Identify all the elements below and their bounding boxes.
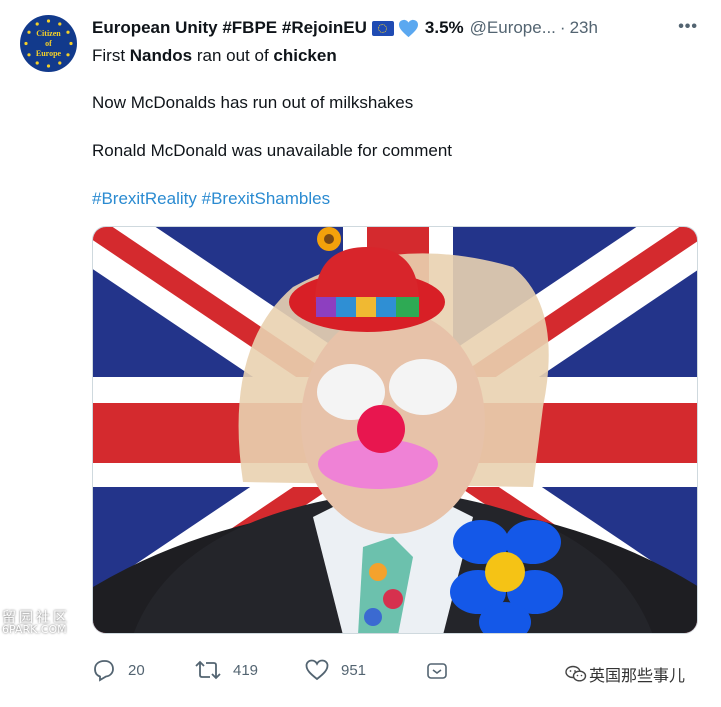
retweet-count: 419: [233, 661, 259, 679]
like-button[interactable]: 951: [305, 655, 366, 685]
author-badge-pct: 3.5%: [424, 18, 464, 37]
like-count: 951: [341, 661, 367, 679]
watermark-line-2: 6PARK.COM: [2, 623, 67, 636]
tweet-image[interactable]: [92, 226, 698, 634]
tweet[interactable]: Citizen of Europe European Unity #FBPE #…: [0, 0, 721, 707]
text-segment: ran out of: [192, 46, 274, 65]
reply-icon: [94, 660, 114, 682]
text-segment: First: [92, 46, 130, 65]
reply-count: 20: [128, 661, 145, 679]
tweet-text-line-3: Ronald McDonald was unavailable for comm…: [92, 141, 453, 160]
tweet-hashtags: #BrexitReality #BrexitShambles: [92, 187, 330, 211]
text-bold-nandos: Nandos: [129, 46, 193, 65]
watermark-6park: 留园社区 6PARK.COM: [2, 611, 70, 636]
blue-heart-icon: [398, 19, 418, 37]
author-name[interactable]: European Unity #FBPE #RejoinEU: [92, 18, 367, 38]
clown-over-union-jack-image: [93, 227, 697, 633]
author-handle[interactable]: @Europe...: [470, 18, 556, 38]
share-icon: [427, 663, 447, 679]
avatar-text: Citizen of Europe: [35, 29, 62, 58]
separator-dot: ·: [559, 18, 566, 37]
reply-button[interactable]: 20: [92, 655, 145, 685]
hashtag-brexitshambles[interactable]: #BrexitShambles: [202, 189, 331, 208]
more-icon[interactable]: •••: [678, 18, 698, 36]
watermark-wechat: 英国那些事儿: [565, 662, 685, 686]
avatar[interactable]: Citizen of Europe: [20, 15, 77, 72]
retweet-icon: [195, 660, 221, 680]
share-button[interactable]: [426, 655, 460, 685]
watermark-text: 英国那些事儿: [589, 666, 686, 685]
tweet-text-line-2: Now McDonalds has run out of milkshakes: [92, 93, 414, 112]
tweet-header: European Unity #FBPE #RejoinEU 3.5% @Eur…: [92, 16, 701, 40]
like-icon: [305, 659, 329, 681]
eu-flag-icon: [371, 20, 394, 36]
wechat-icon: [565, 665, 587, 682]
tweet-time[interactable]: 23h: [570, 18, 598, 38]
retweet-button[interactable]: 419: [195, 655, 258, 685]
tweet-text-line-1: First Nandos ran out of chicken: [92, 44, 337, 68]
text-bold-chicken: chicken: [273, 46, 337, 65]
hashtag-brexitreality[interactable]: #BrexitReality: [92, 189, 197, 208]
